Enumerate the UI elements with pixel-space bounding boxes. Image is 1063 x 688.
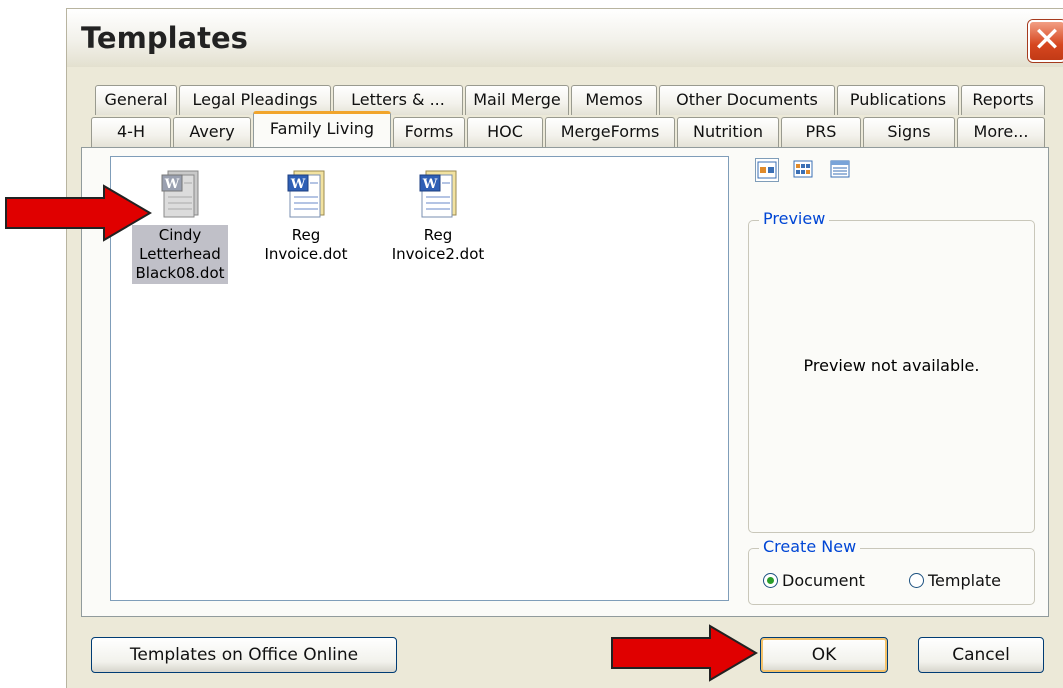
tab-prs[interactable]: PRS bbox=[781, 117, 861, 147]
template-radio[interactable]: Template bbox=[909, 571, 1001, 590]
template-item-reg-invoice[interactable]: W Reg Invoice.dot bbox=[251, 167, 361, 265]
create-new-legend: Create New bbox=[759, 537, 861, 556]
template-file-list[interactable]: W Cindy Letterhead Black08.dot W Reg Inv… bbox=[110, 156, 729, 601]
svg-text:W: W bbox=[290, 177, 306, 192]
details-view-icon[interactable] bbox=[829, 158, 853, 182]
tab-mergeforms[interactable]: MergeForms bbox=[545, 117, 675, 147]
file-name-label: Reg Invoice2.dot bbox=[389, 225, 488, 265]
radio-unselected-icon bbox=[909, 573, 924, 588]
tab-nutrition[interactable]: Nutrition bbox=[677, 117, 779, 147]
word-template-icon: W bbox=[158, 167, 202, 219]
file-name-line: Reg bbox=[291, 226, 321, 244]
template-radio-label: Template bbox=[928, 571, 1002, 590]
large-icons-view-icon[interactable] bbox=[755, 158, 779, 182]
tab-4h[interactable]: 4-H bbox=[91, 117, 171, 147]
document-radio[interactable]: Document bbox=[763, 571, 865, 590]
tab-hoc[interactable]: HOC bbox=[467, 117, 543, 147]
template-item-reg-invoice2[interactable]: W Reg Invoice2.dot bbox=[383, 167, 493, 265]
dialog-title: Templates bbox=[81, 21, 248, 55]
ok-button[interactable]: OK bbox=[760, 637, 888, 673]
svg-text:W: W bbox=[164, 177, 180, 192]
tab-other-documents[interactable]: Other Documents bbox=[659, 85, 835, 115]
file-name-line: Invoice2.dot bbox=[391, 245, 485, 263]
file-name-line: Black08.dot bbox=[135, 264, 225, 282]
create-new-group: Create New Document Template bbox=[748, 537, 1035, 605]
document-radio-label: Document bbox=[782, 571, 865, 590]
arrow-to-template-annotation bbox=[5, 184, 152, 242]
tab-family-living[interactable]: Family Living bbox=[253, 111, 391, 147]
radio-selected-icon bbox=[763, 573, 778, 588]
templates-on-office-online-button[interactable]: Templates on Office Online bbox=[91, 637, 397, 673]
templates-dialog: Templates ✕ General Legal Pleadings Lett… bbox=[66, 8, 1063, 688]
word-template-icon: W bbox=[416, 167, 460, 219]
list-view-icon[interactable] bbox=[792, 158, 816, 182]
tab-mail-merge[interactable]: Mail Merge bbox=[465, 85, 569, 115]
file-name-line: Invoice.dot bbox=[264, 245, 348, 263]
preview-message: Preview not available. bbox=[803, 356, 980, 375]
preview-group: Preview Preview not available. bbox=[748, 209, 1035, 533]
arrow-to-ok-annotation bbox=[611, 624, 758, 682]
view-mode-toolbar bbox=[755, 158, 861, 182]
word-template-icon: W bbox=[284, 167, 328, 219]
tab-signs[interactable]: Signs bbox=[863, 117, 955, 147]
file-name-label: Reg Invoice.dot bbox=[262, 225, 351, 265]
close-button[interactable]: ✕ bbox=[1028, 20, 1063, 62]
tab-content-panel: W Cindy Letterhead Black08.dot W Reg Inv… bbox=[81, 147, 1049, 617]
title-bar: Templates ✕ bbox=[67, 9, 1063, 67]
tab-more[interactable]: More... bbox=[957, 117, 1045, 147]
file-name-line: Letterhead bbox=[139, 245, 221, 263]
tab-memos[interactable]: Memos bbox=[571, 85, 657, 115]
tab-reports[interactable]: Reports bbox=[961, 85, 1045, 115]
tab-forms[interactable]: Forms bbox=[393, 117, 465, 147]
file-name-line: Reg bbox=[423, 226, 453, 244]
cancel-button[interactable]: Cancel bbox=[918, 637, 1044, 673]
tab-publications[interactable]: Publications bbox=[837, 85, 959, 115]
tab-general[interactable]: General bbox=[95, 85, 177, 115]
tab-avery[interactable]: Avery bbox=[173, 117, 251, 147]
preview-legend: Preview bbox=[759, 209, 830, 228]
svg-text:W: W bbox=[422, 177, 438, 192]
